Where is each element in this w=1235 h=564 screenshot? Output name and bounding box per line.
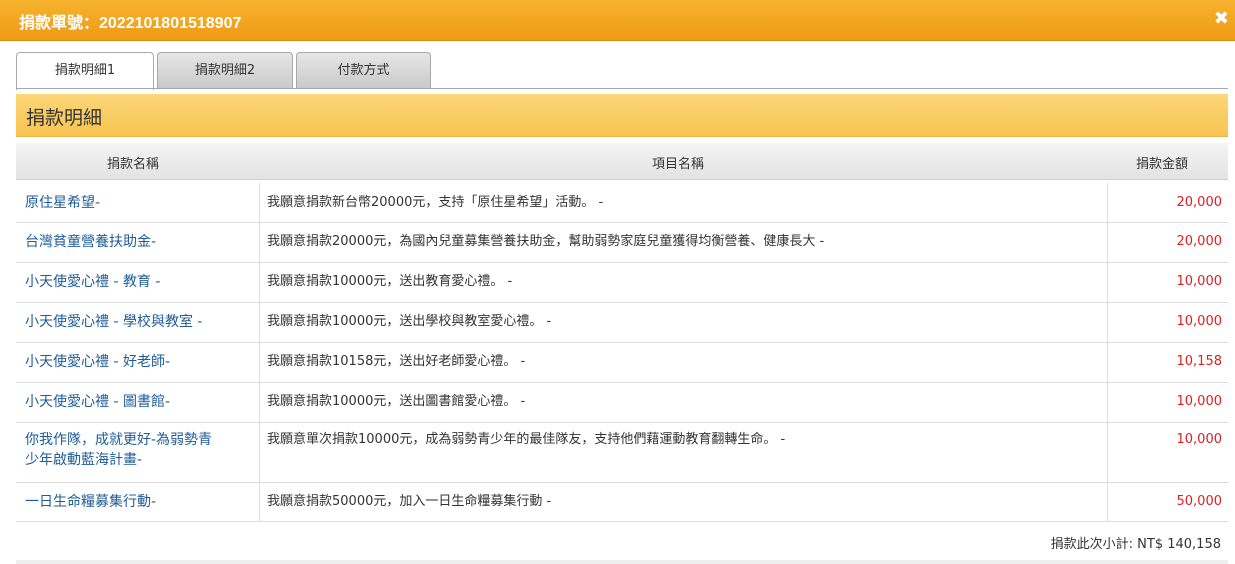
donation-amount: 10,000	[1176, 394, 1223, 409]
column-divider	[259, 383, 260, 422]
project-description: 我願意單次捐款10000元，成為弱勢青少年的最佳隊友，支持他們藉運動教育翻轉生命…	[267, 432, 786, 447]
header-project-name: 項目名稱	[652, 157, 705, 172]
project-description: 我願意捐款10158元，送出好老師愛心禮。 -	[267, 354, 526, 369]
donation-amount: 10,000	[1176, 314, 1223, 329]
column-divider	[1107, 343, 1108, 382]
donation-name-link[interactable]: 小天使愛心禮 - 圖書館-	[25, 392, 170, 412]
table-row: 小天使愛心禮 - 好老師- 我願意捐款10158元，送出好老師愛心禮。 - 10…	[16, 343, 1228, 383]
donation-amount: 10,000	[1176, 432, 1223, 447]
close-icon[interactable]: ✖	[1214, 8, 1229, 29]
project-description: 我願意捐款10000元，送出圖書館愛心禮。 -	[267, 394, 526, 409]
donation-name-line: 少年啟動藍海計畫-	[25, 452, 143, 468]
table-row: 小天使愛心禮 - 圖書館- 我願意捐款10000元，送出圖書館愛心禮。 - 10…	[16, 383, 1228, 423]
donation-amount: 20,000	[1176, 195, 1223, 210]
column-divider	[1107, 423, 1108, 482]
tab-bar: 捐款明細1 捐款明細2 付款方式	[16, 52, 1228, 90]
donation-name-link[interactable]: 台灣貧童營養扶助金-	[25, 232, 156, 252]
table-header: 捐款名稱 項目名稱 捐款金額	[16, 143, 1228, 180]
section-title: 捐款明細	[26, 107, 103, 129]
tab-donation-detail-1[interactable]: 捐款明細1	[16, 52, 154, 90]
project-description: 我願意捐款新台幣20000元，支持「原住星希望」活動。 -	[267, 195, 604, 210]
column-divider	[1107, 483, 1108, 521]
project-description: 我願意捐款50000元，加入一日生命糧募集行動 -	[267, 494, 552, 509]
donation-name-link[interactable]: 小天使愛心禮 - 學校與教室 -	[25, 312, 202, 332]
column-divider	[1107, 223, 1108, 262]
donation-name-line: 你我作隊，成就更好-為弱勢青	[25, 432, 213, 448]
donation-table: 捐款名稱 項目名稱 捐款金額 原住星希望- 我願意捐款新台幣20000元，支持「…	[16, 143, 1228, 564]
donation-name-link[interactable]: 小天使愛心禮 - 教育 -	[25, 272, 160, 292]
header-amount: 捐款金額	[1136, 157, 1189, 172]
column-divider	[1107, 383, 1108, 422]
table-row: 小天使愛心禮 - 教育 - 我願意捐款10000元，送出教育愛心禮。 - 10,…	[16, 263, 1228, 303]
column-divider	[1107, 263, 1108, 302]
column-divider	[259, 483, 260, 521]
donation-amount: 10,158	[1176, 354, 1223, 369]
column-divider	[259, 183, 260, 222]
project-description: 我願意捐款10000元，送出教育愛心禮。 -	[267, 274, 513, 289]
project-description: 我願意捐款10000元，送出學校與教室愛心禮。 -	[267, 314, 552, 329]
donation-amount: 20,000	[1176, 234, 1223, 249]
donation-name-link[interactable]: 你我作隊，成就更好-為弱勢青 少年啟動藍海計畫-	[25, 430, 212, 470]
table-row: 你我作隊，成就更好-為弱勢青 少年啟動藍海計畫- 我願意單次捐款10000元，成…	[16, 423, 1228, 483]
column-divider	[259, 263, 260, 302]
tab-divider	[16, 88, 1228, 89]
table-row: 小天使愛心禮 - 學校與教室 - 我願意捐款10000元，送出學校與教室愛心禮。…	[16, 303, 1228, 343]
section-header: 捐款明細	[16, 94, 1228, 137]
tab-donation-detail-2[interactable]: 捐款明細2	[157, 52, 293, 89]
header-donation-name: 捐款名稱	[107, 157, 160, 172]
column-divider	[1107, 183, 1108, 222]
table-footer-bar	[16, 560, 1228, 564]
column-divider	[259, 303, 260, 342]
donation-name-link[interactable]: 一日生命糧募集行動-	[25, 492, 156, 512]
donation-amount: 50,000	[1176, 494, 1223, 509]
column-divider	[259, 223, 260, 262]
table-row: 原住星希望- 我願意捐款新台幣20000元，支持「原住星希望」活動。 - 20,…	[16, 183, 1228, 223]
column-divider	[1107, 303, 1108, 342]
project-description: 我願意捐款20000元，為國內兒童募集營養扶助金，幫助弱勢家庭兒童獲得均衡營養、…	[267, 234, 825, 249]
tab-payment-method[interactable]: 付款方式	[296, 52, 431, 89]
dialog-title: 捐款單號：2022101801518907	[19, 15, 242, 32]
subtotal-text: 捐款此次小計: NT$ 140,158	[1050, 537, 1221, 552]
column-divider	[259, 423, 260, 482]
table-row: 一日生命糧募集行動- 我願意捐款50000元，加入一日生命糧募集行動 - 50,…	[16, 483, 1228, 522]
donation-name-link[interactable]: 小天使愛心禮 - 好老師-	[25, 352, 170, 372]
table-row: 台灣貧童營養扶助金- 我願意捐款20000元，為國內兒童募集營養扶助金，幫助弱勢…	[16, 223, 1228, 263]
donation-amount: 10,000	[1176, 274, 1223, 289]
column-divider	[259, 343, 260, 382]
dialog-titlebar: 捐款單號：2022101801518907 ✖	[0, 0, 1235, 41]
donation-name-link[interactable]: 原住星希望-	[25, 193, 100, 213]
